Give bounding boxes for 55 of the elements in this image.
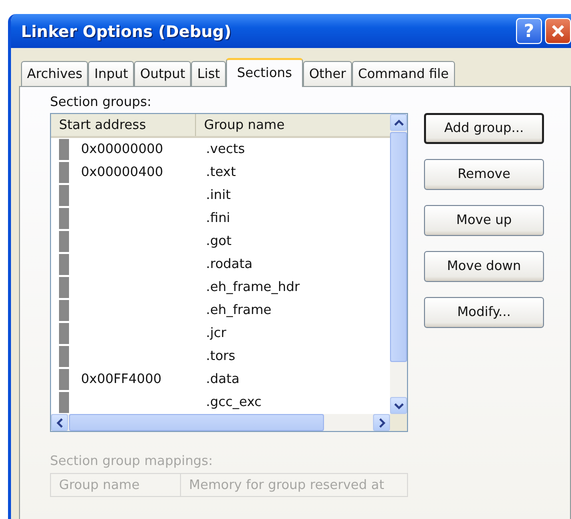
column-header[interactable]: Group name [196,114,390,136]
column-header[interactable]: Start address [51,114,196,136]
row-marker [59,300,69,321]
table-cell: .eh_frame [206,303,272,318]
table-cell-text: 0x00000000 [81,142,164,157]
table-cell: .jcr [206,326,226,341]
table-cell: .got [206,234,232,249]
row-marker [59,323,69,344]
tab[interactable]: Other [303,61,352,86]
close-button[interactable] [545,18,571,44]
tab[interactable]: Input [88,61,134,86]
table-cell: .gcc_exc [206,395,262,410]
tab[interactable]: Command file [352,61,455,86]
scroll-thumb[interactable] [390,132,407,362]
tab[interactable]: List [191,61,226,86]
close-icon [551,24,565,38]
table-cell: .data [206,372,240,387]
table-cell-text: 0x00000400 [81,165,164,180]
tab[interactable]: Sections [226,58,304,87]
row-marker [59,208,69,229]
scrollbar-corner [390,414,407,431]
table-cell-text: 0x00FF4000 [81,372,163,387]
push-button[interactable]: Move down [424,251,544,282]
push-button[interactable]: Modify... [424,297,544,328]
row-marker [59,231,69,252]
table-cell: .vects [206,142,245,157]
row-marker [59,346,69,367]
row-marker [59,254,69,275]
section-group-mappings-label: Section group mappings: [50,454,214,469]
row-marker [59,162,69,183]
table-cell: .init [206,188,231,203]
scroll-up-icon[interactable] [390,114,407,131]
row-marker [59,369,69,390]
tab[interactable]: Archives [21,61,88,86]
table-cell: .eh_frame_hdr [206,280,300,295]
row-marker [59,139,69,160]
vertical-scrollbar[interactable] [390,114,407,414]
tab[interactable]: Output [134,61,192,86]
scroll-down-icon[interactable] [390,397,407,414]
row-marker [59,392,69,413]
scroll-left-icon[interactable] [51,414,68,431]
row-marker [59,185,69,206]
section-groups-label: Section groups: [50,95,152,110]
push-button[interactable]: Remove [424,159,544,190]
push-button[interactable]: Move up [424,205,544,236]
table-cell: .tors [206,349,236,364]
horizontal-scrollbar[interactable] [51,414,407,431]
scroll-right-icon[interactable] [373,414,390,431]
scroll-thumb[interactable] [69,414,324,431]
push-button[interactable]: Add group... [424,113,544,144]
window-title: Linker Options (Debug) [21,22,232,40]
table-cell: .text [206,165,236,180]
table-cell: .fini [206,211,230,226]
row-marker [59,277,69,298]
table-cell: .rodata [206,257,252,272]
